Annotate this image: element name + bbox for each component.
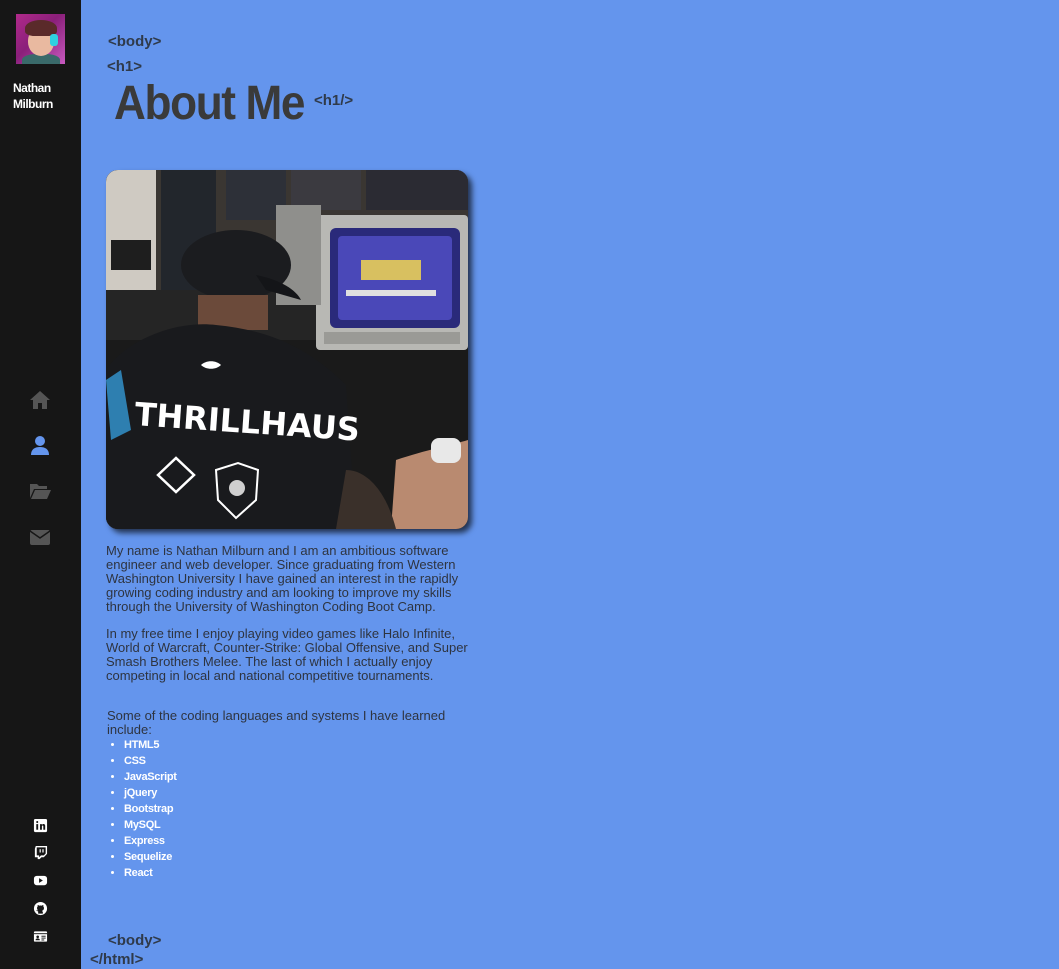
list-item: CSS (124, 753, 177, 769)
page-title: About Me (114, 77, 305, 130)
resume-card-icon[interactable] (33, 929, 48, 944)
github-icon[interactable] (33, 901, 48, 916)
folder-open-icon[interactable] (28, 479, 52, 503)
intro-paragraph: My name is Nathan Milburn and I am an am… (106, 543, 459, 614)
skills-list: HTML5 CSS JavaScript jQuery Bootstrap My… (106, 737, 177, 881)
user-icon[interactable] (28, 433, 52, 457)
body-close-tag: <body> (108, 932, 162, 949)
h1-close-tag: <h1/> (314, 92, 354, 109)
list-item: Sequelize (124, 849, 177, 865)
body-open-tag: <body> (108, 33, 162, 50)
twitch-icon[interactable] (33, 845, 48, 860)
h1-open-tag: <h1> (107, 58, 143, 75)
list-item: Express (124, 833, 177, 849)
profile-photo: THRILLHAUS (106, 170, 468, 529)
list-item: JavaScript (124, 769, 177, 785)
list-item: HTML5 (124, 737, 177, 753)
skills-intro: Some of the coding languages and systems… (107, 708, 446, 737)
html-close-tag: </html> (90, 951, 144, 968)
envelope-icon[interactable] (28, 525, 52, 549)
linkedin-icon[interactable] (33, 818, 48, 833)
sidebar-name: Nathan Milburn (13, 81, 53, 111)
list-item: Bootstrap (124, 801, 177, 817)
list-item: MySQL (124, 817, 177, 833)
list-item: React (124, 865, 177, 881)
avatar (16, 14, 65, 64)
youtube-icon[interactable] (33, 873, 48, 888)
home-icon[interactable] (28, 388, 52, 412)
list-item: jQuery (124, 785, 177, 801)
hobbies-paragraph: In my free time I enjoy playing video ga… (106, 626, 468, 683)
sidebar: Nathan Milburn (0, 0, 81, 969)
